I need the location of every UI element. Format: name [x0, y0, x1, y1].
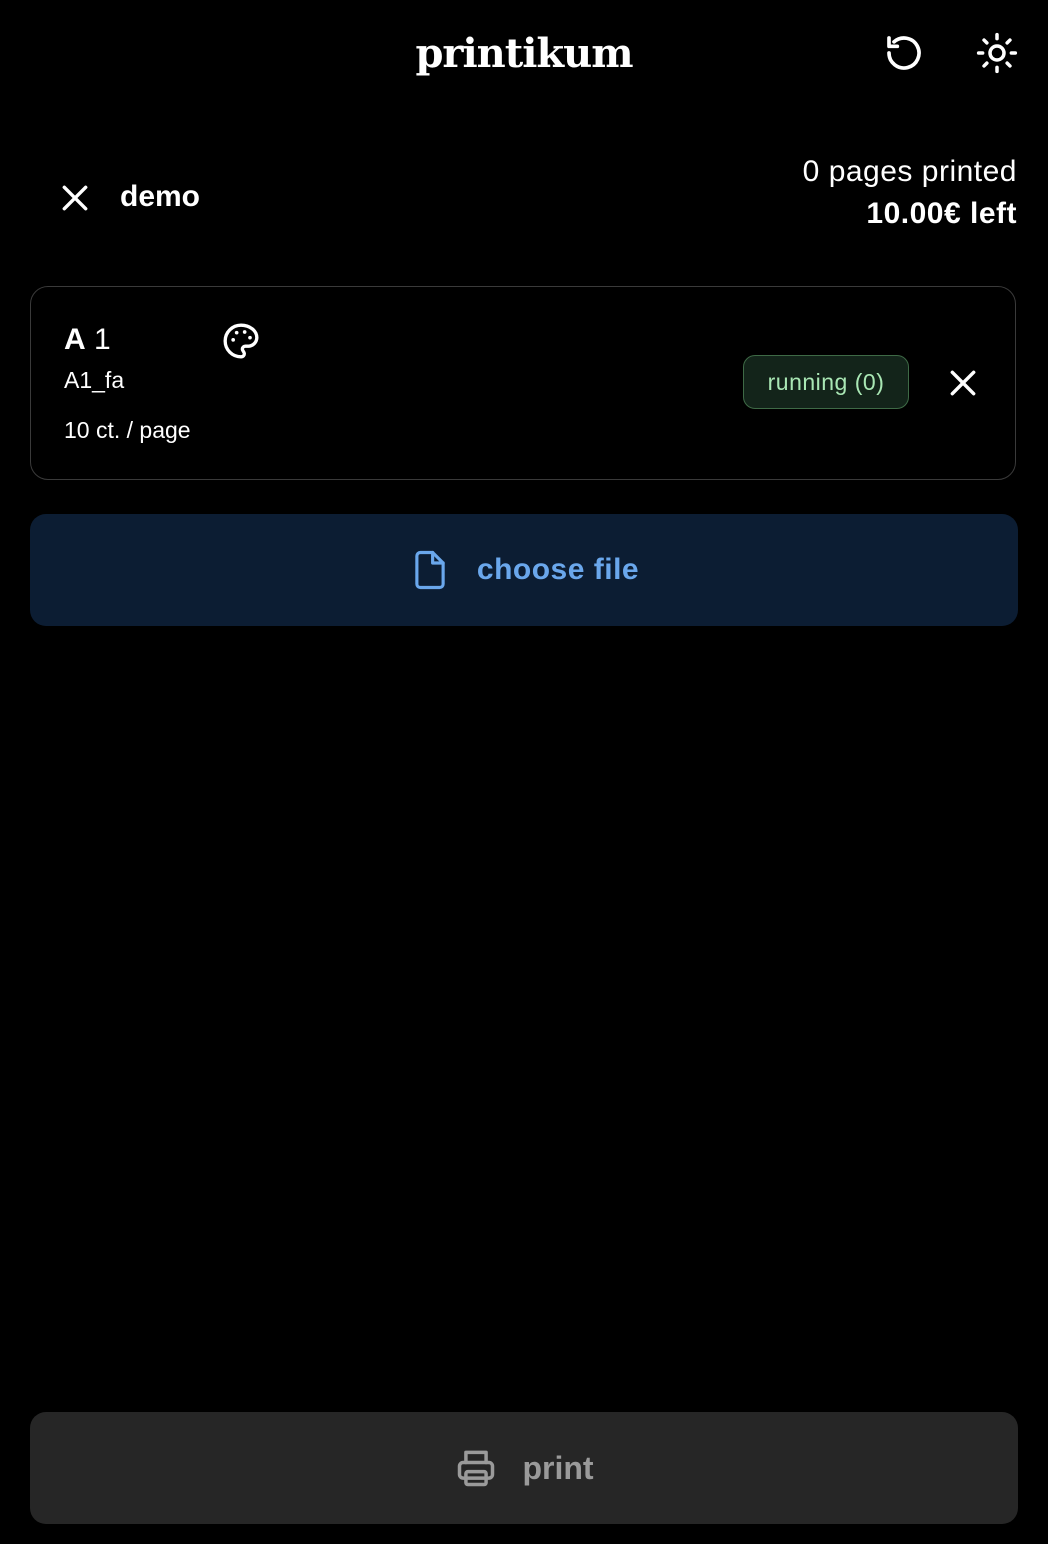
printer-card[interactable]: A 1 A1_fa 10 ct. / page running (0): [30, 286, 1016, 480]
rotate-ccw-icon: [887, 36, 921, 70]
balance-left: 10.00€ left: [866, 197, 1017, 230]
logout-button[interactable]: [51, 174, 99, 222]
account-stats: 0 pages printed 10.00€ left: [803, 152, 1017, 236]
printer-id: A1_fa: [64, 367, 125, 393]
choose-file-label: choose file: [476, 553, 640, 586]
print-button[interactable]: print: [30, 1412, 1018, 1524]
reset-button[interactable]: [880, 29, 928, 77]
palette-icon: [223, 323, 259, 359]
printer-name: A 1: [64, 323, 111, 357]
close-icon: [62, 185, 88, 211]
close-icon: [950, 370, 976, 396]
print-label: print: [522, 1449, 594, 1486]
sun-icon: [976, 32, 1018, 74]
remove-printer-button[interactable]: [939, 359, 987, 407]
printer-name-letter: A: [64, 323, 86, 356]
choose-file-button[interactable]: choose file: [30, 514, 1018, 626]
printer-icon: [458, 1450, 495, 1487]
printer-price: 10 ct. / page: [64, 417, 191, 443]
status-badge: running (0): [743, 355, 909, 409]
file-icon: [415, 550, 445, 590]
printer-name-number: 1: [94, 323, 111, 356]
app-header: printikum: [0, 0, 1048, 108]
username: demo: [120, 180, 201, 213]
pages-printed-count: 0 pages printed: [802, 155, 1017, 188]
account-bar: demo 0 pages printed 10.00€ left: [0, 150, 1048, 250]
theme-toggle-button[interactable]: [973, 29, 1021, 77]
